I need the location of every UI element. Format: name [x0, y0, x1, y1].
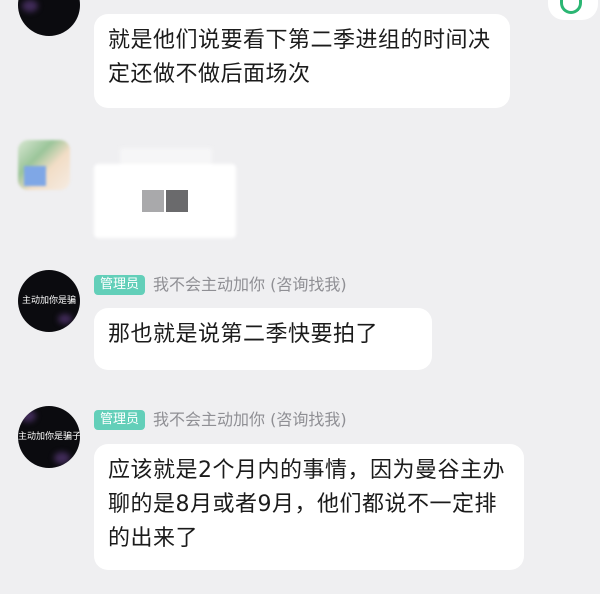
message-text: 就是他们说要看下第二季进组的时间决定还做不做后面场次: [108, 28, 491, 87]
role-badge: 管理员: [94, 410, 146, 430]
role-badge: 管理员: [94, 275, 146, 295]
blurred-pixel: [166, 190, 188, 212]
sender-row: 管理员 我不会主动加你 (咨询找我): [94, 409, 347, 431]
message-text: 应该就是2个月内的事情，因为曼谷主办聊的是8月或者9月，他们都说不一定排的出来了: [108, 458, 505, 551]
message-bubble-3[interactable]: 那也就是说第二季快要拍了: [94, 308, 432, 370]
avatar-smudge: [22, 0, 38, 12]
sender-name[interactable]: 我不会主动加你 (咨询找我): [153, 409, 347, 431]
avatar-text: 主动加你是骗子: [18, 432, 80, 442]
app-logo-icon: [548, 0, 598, 20]
avatar-smudge: [54, 452, 70, 464]
avatar[interactable]: [18, 0, 80, 36]
avatar[interactable]: [18, 140, 70, 190]
avatar-patch: [24, 166, 46, 186]
message-bubble-1[interactable]: 就是他们说要看下第二季进组的时间决定还做不做后面场次: [94, 14, 510, 108]
logo-ring: [560, 0, 582, 14]
avatar[interactable]: 主动加你是骗子: [18, 406, 80, 468]
sender-name[interactable]: 我不会主动加你 (咨询找我): [153, 274, 347, 296]
blurred-pixel: [142, 190, 164, 212]
blurred-image-message[interactable]: [94, 164, 236, 238]
avatar-smudge: [20, 410, 36, 422]
avatar-smudge: [58, 314, 72, 324]
avatar-text: 主动加你是骗: [21, 296, 76, 306]
message-text: 那也就是说第二季快要拍了: [108, 322, 379, 347]
message-bubble-4[interactable]: 应该就是2个月内的事情，因为曼谷主办聊的是8月或者9月，他们都说不一定排的出来了: [94, 444, 524, 570]
avatar[interactable]: 主动加你是骗: [18, 270, 80, 332]
sender-row: 管理员 我不会主动加你 (咨询找我): [94, 274, 347, 296]
